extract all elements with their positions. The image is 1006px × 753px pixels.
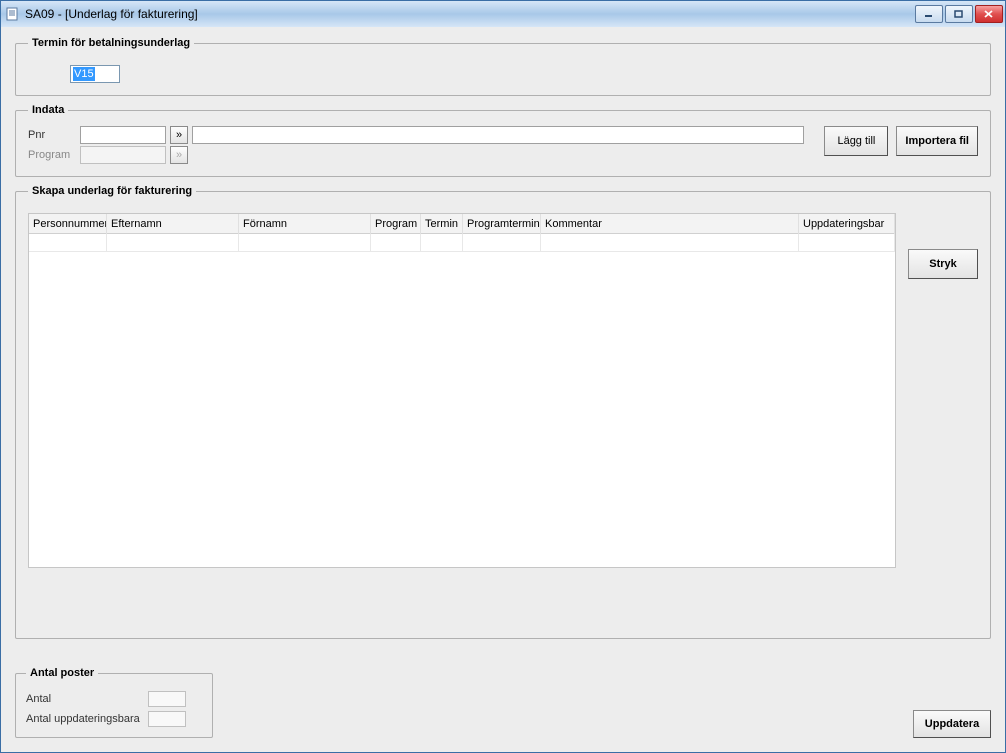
table-row[interactable] — [29, 234, 895, 252]
uppdatera-button[interactable]: Uppdatera — [913, 710, 991, 738]
maximize-button[interactable] — [945, 5, 973, 23]
import-file-button[interactable]: Importera fil — [896, 126, 978, 156]
pnr-label: Pnr — [28, 129, 76, 141]
group-antal: Antal poster Antal Antal uppdateringsbar… — [15, 667, 213, 738]
antal-uppdateringsbara-value — [148, 711, 186, 727]
col-kommentar[interactable]: Kommentar — [541, 214, 799, 234]
col-programtermin[interactable]: Programtermin — [463, 214, 541, 234]
program-input — [80, 146, 166, 164]
col-fornamn[interactable]: Förnamn — [239, 214, 371, 234]
group-indata: Indata Pnr » Program — [15, 104, 991, 177]
program-lookup-button: » — [170, 146, 188, 164]
chevron-right-icon: » — [176, 150, 182, 161]
titlebar-left: SA09 - [Underlag för fakturering] — [5, 6, 198, 22]
stryk-button[interactable]: Stryk — [908, 249, 978, 279]
antal-label: Antal — [26, 693, 142, 705]
data-table[interactable]: Personnummer Efternamn Förnamn Program T… — [28, 213, 896, 568]
titlebar: SA09 - [Underlag för fakturering] — [1, 1, 1005, 27]
termin-value: V15 — [73, 67, 95, 81]
app-icon — [5, 6, 21, 22]
col-personnummer[interactable]: Personnummer — [29, 214, 107, 234]
program-label: Program — [28, 149, 76, 161]
minimize-button[interactable] — [915, 5, 943, 23]
bottom-area: Antal poster Antal Antal uppdateringsbar… — [15, 667, 991, 738]
window-controls — [915, 5, 1003, 23]
col-uppdateringsbar[interactable]: Uppdateringsbar — [799, 214, 895, 234]
app-window: SA09 - [Underlag för fakturering] Termin… — [0, 0, 1006, 753]
pnr-lookup-button[interactable]: » — [170, 126, 188, 144]
antal-value — [148, 691, 186, 707]
group-antal-legend: Antal poster — [26, 667, 98, 679]
pnr-input[interactable] — [80, 126, 166, 144]
group-skapa: Skapa underlag för fakturering Personnum… — [15, 185, 991, 639]
chevron-right-icon: » — [176, 130, 182, 141]
col-efternamn[interactable]: Efternamn — [107, 214, 239, 234]
close-button[interactable] — [975, 5, 1003, 23]
add-button[interactable]: Lägg till — [824, 126, 888, 156]
table-header: Personnummer Efternamn Förnamn Program T… — [29, 214, 895, 234]
termin-input[interactable]: V15 — [70, 65, 120, 83]
window-title: SA09 - [Underlag för fakturering] — [25, 7, 198, 21]
pnr-description-input[interactable] — [192, 126, 804, 144]
content-area: Termin för betalningsunderlag V15 Indata… — [1, 27, 1005, 752]
antal-uppdateringsbara-label: Antal uppdateringsbara — [26, 713, 142, 725]
col-termin[interactable]: Termin — [421, 214, 463, 234]
group-termin-legend: Termin för betalningsunderlag — [28, 37, 194, 49]
group-skapa-legend: Skapa underlag för fakturering — [28, 185, 196, 197]
col-program[interactable]: Program — [371, 214, 421, 234]
group-indata-legend: Indata — [28, 104, 68, 116]
group-termin: Termin för betalningsunderlag V15 — [15, 37, 991, 96]
